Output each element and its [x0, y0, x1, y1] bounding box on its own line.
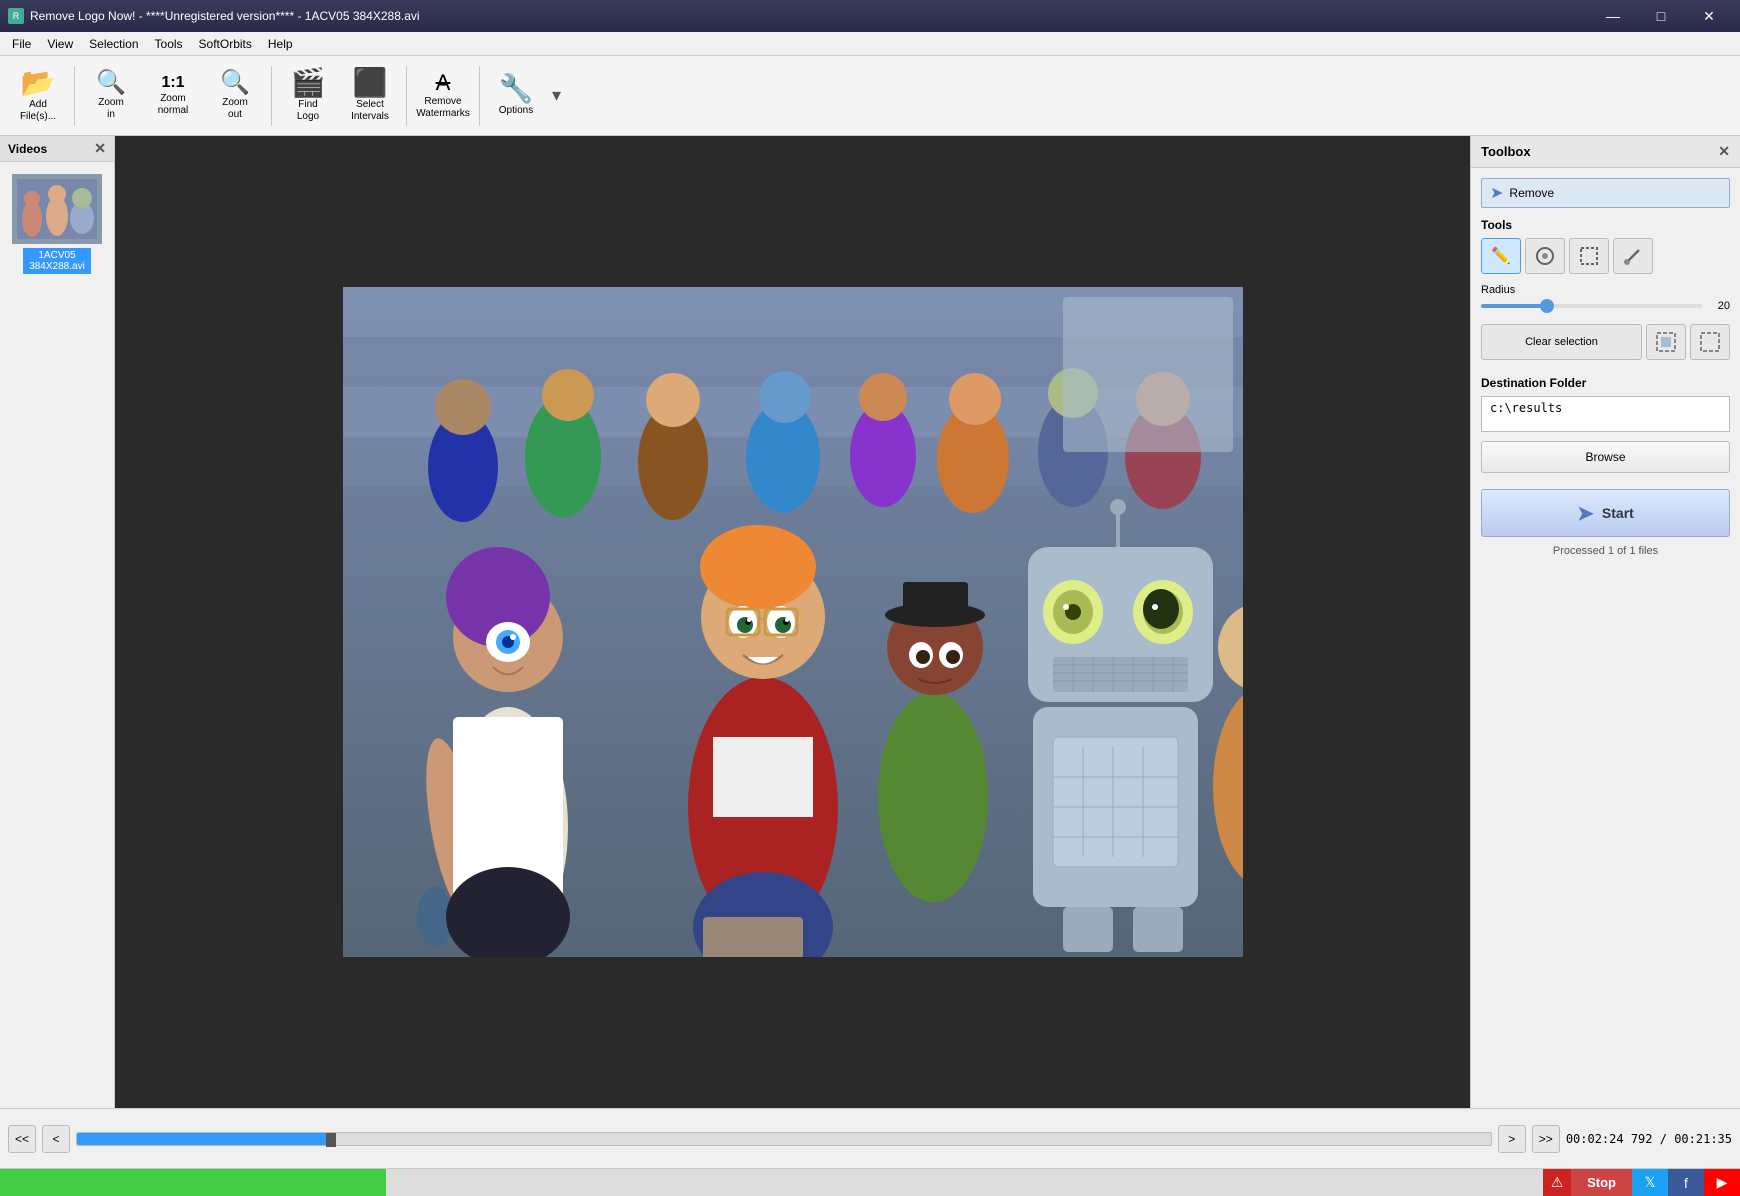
toolbar-sep-2	[271, 66, 272, 126]
start-arrow-icon: ➤	[1577, 501, 1594, 526]
facebook-button[interactable]: f	[1668, 1169, 1704, 1196]
clear-selection-button[interactable]: Clear selection	[1481, 324, 1642, 360]
videos-panel: Videos ✕	[0, 136, 115, 1108]
toolbox-tab-arrow-icon: ➤	[1490, 183, 1503, 203]
toolbar-sep-1	[74, 66, 75, 126]
title-bar: R Remove Logo Now! - ****Unregistered ve…	[0, 0, 1740, 32]
menu-file[interactable]: File	[4, 33, 39, 55]
slider-thumb[interactable]	[1540, 299, 1554, 313]
select-all-button[interactable]	[1646, 324, 1686, 360]
destination-folder-input[interactable]: c:\results	[1481, 396, 1730, 432]
window-title: Remove Logo Now! - ****Unregistered vers…	[30, 9, 420, 23]
zoom-in-icon: 🔍	[96, 71, 126, 95]
prev-button[interactable]: <	[42, 1125, 70, 1153]
add-file-button[interactable]: 📂 AddFile(s)...	[8, 60, 68, 132]
status-right: ⚠ Stop 𝕏 f ▶	[1543, 1169, 1740, 1196]
toolbox-header: Toolbox ✕	[1471, 136, 1740, 168]
menu-softorbits[interactable]: SoftOrbits	[191, 33, 260, 55]
scrubber-fill	[77, 1133, 331, 1145]
options-icon: 🔧	[499, 75, 534, 103]
select-intervals-label: Select Intervals	[341, 99, 399, 123]
zoom-normal-icon: 1:1	[161, 75, 184, 91]
close-button[interactable]: ✕	[1686, 0, 1732, 32]
toolbox-close-button[interactable]: ✕	[1718, 143, 1730, 160]
scrubber-thumb[interactable]	[326, 1133, 336, 1147]
start-button[interactable]: ➤ Start	[1481, 489, 1730, 537]
deselect-button[interactable]	[1690, 324, 1730, 360]
zoom-in-button[interactable]: 🔍 Zoomin	[81, 60, 141, 132]
twitter-button[interactable]: 𝕏	[1632, 1169, 1668, 1196]
toolbar-more[interactable]: ▾	[548, 81, 565, 110]
progress-bar-fill	[0, 1169, 386, 1196]
browse-button[interactable]: Browse	[1481, 441, 1730, 473]
forward-button[interactable]: >>	[1532, 1125, 1560, 1153]
select-intervals-button[interactable]: ⬛ Select Intervals	[340, 60, 400, 132]
video-thumbnail	[12, 174, 102, 244]
timeline-area: << < > >> 00:02:24 792 / 00:21:35	[0, 1108, 1740, 1168]
options-button[interactable]: 🔧 Options	[486, 60, 546, 132]
next-button[interactable]: >	[1498, 1125, 1526, 1153]
add-file-icon: 📂	[21, 69, 56, 97]
zoom-out-button[interactable]: 🔍 Zoomout	[205, 60, 265, 132]
time-total: 00:21:35	[1674, 1132, 1732, 1146]
videos-panel-header: Videos ✕	[0, 136, 114, 162]
selection-row: Clear selection	[1481, 324, 1730, 360]
start-label: Start	[1602, 505, 1634, 521]
tools-row: ✏️	[1481, 238, 1730, 274]
menu-selection[interactable]: Selection	[81, 33, 146, 55]
toolbox-tab-label: Remove	[1509, 186, 1554, 200]
window-controls: — □ ✕	[1590, 0, 1732, 32]
time-current: 00:02:24 792	[1566, 1132, 1653, 1146]
radius-value: 20	[1710, 300, 1730, 312]
find-logo-button[interactable]: 🎬 FindLogo	[278, 60, 338, 132]
magic-wand-tool-button[interactable]	[1613, 238, 1653, 274]
radius-slider[interactable]	[1481, 304, 1702, 308]
video-thumb-inner	[12, 174, 102, 244]
stop-button[interactable]: Stop	[1571, 1169, 1632, 1196]
status-bar: ⚠ Stop 𝕏 f ▶	[0, 1168, 1740, 1196]
radius-slider-row: 20	[1481, 300, 1730, 312]
zoom-normal-button[interactable]: 1:1 Zoomnormal	[143, 60, 203, 132]
time-separator: /	[1660, 1132, 1674, 1146]
error-icon: ⚠	[1543, 1169, 1571, 1196]
processed-text: Processed 1 of 1 files	[1481, 545, 1730, 557]
videos-panel-close[interactable]: ✕	[94, 140, 106, 157]
video-list-item[interactable]: 1ACV05384X288.avi	[23, 248, 91, 274]
tools-section-label: Tools	[1481, 218, 1730, 232]
minimize-button[interactable]: —	[1590, 0, 1636, 32]
menu-view[interactable]: View	[39, 33, 81, 55]
zoom-out-icon: 🔍	[220, 71, 250, 95]
toolbox-remove-tab[interactable]: ➤ Remove	[1481, 178, 1730, 208]
maximize-button[interactable]: □	[1638, 0, 1684, 32]
toolbox-content: ➤ Remove Tools ✏️	[1471, 168, 1740, 1108]
videos-panel-title: Videos	[8, 142, 47, 156]
toolbox-title: Toolbox	[1481, 144, 1531, 159]
video-area	[115, 136, 1470, 1108]
toolbar-sep-3	[406, 66, 407, 126]
rewind-button[interactable]: <<	[8, 1125, 36, 1153]
toolbox-panel: Toolbox ✕ ➤ Remove Tools ✏️	[1470, 136, 1740, 1108]
time-display: 00:02:24 792 / 00:21:35	[1566, 1132, 1732, 1146]
progress-bar-container	[0, 1169, 1543, 1196]
scrubber-track[interactable]	[76, 1132, 1492, 1146]
slider-track	[1481, 304, 1547, 308]
youtube-button[interactable]: ▶	[1704, 1169, 1740, 1196]
toolbar-sep-4	[479, 66, 480, 126]
pencil-tool-button[interactable]: ✏️	[1481, 238, 1521, 274]
app-icon: R	[8, 8, 24, 24]
main-area: Videos ✕	[0, 136, 1740, 1108]
rect-select-tool-button[interactable]	[1569, 238, 1609, 274]
menu-help[interactable]: Help	[260, 33, 301, 55]
find-logo-icon: 🎬	[291, 69, 326, 97]
menu-bar: File View Selection Tools SoftOrbits Hel…	[0, 32, 1740, 56]
radius-label: Radius	[1481, 284, 1730, 296]
remove-watermarks-icon: A	[436, 72, 451, 94]
remove-watermarks-button[interactable]: A RemoveWatermarks	[413, 60, 473, 132]
video-frame	[343, 287, 1243, 957]
toolbar: 📂 AddFile(s)... 🔍 Zoomin 1:1 Zoomnormal …	[0, 56, 1740, 136]
menu-tools[interactable]: Tools	[147, 33, 191, 55]
destination-folder-label: Destination Folder	[1481, 376, 1730, 390]
select-intervals-icon: ⬛	[353, 69, 388, 97]
brush-tool-button[interactable]	[1525, 238, 1565, 274]
